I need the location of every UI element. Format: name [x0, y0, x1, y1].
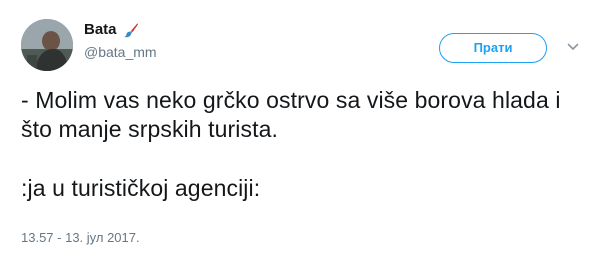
- tweet-text-paragraph: :ja u turističkoj agenciji:: [21, 175, 261, 201]
- tweet-timestamp[interactable]: 13.57 - 13. јул 2017.: [21, 230, 140, 246]
- follow-button[interactable]: Прати: [439, 33, 547, 63]
- tweet-card: Bata @bata_mm Прати - Molim vas neko grč…: [0, 0, 603, 260]
- tweet-text-paragraph: - Molim vas neko grčko ostrvo sa više bo…: [21, 87, 568, 142]
- user-handle[interactable]: @bata_mm: [84, 43, 157, 61]
- chevron-down-icon[interactable]: [566, 40, 580, 54]
- display-name-row: Bata: [84, 20, 157, 40]
- profile-photo-graphic: [21, 19, 73, 71]
- user-info: Bata @bata_mm: [84, 20, 157, 61]
- avatar[interactable]: [21, 19, 73, 71]
- tweet-text: - Molim vas neko grčko ostrvo sa više bo…: [21, 86, 591, 203]
- paintbrush-icon: [123, 22, 139, 38]
- display-name[interactable]: Bata: [84, 20, 117, 40]
